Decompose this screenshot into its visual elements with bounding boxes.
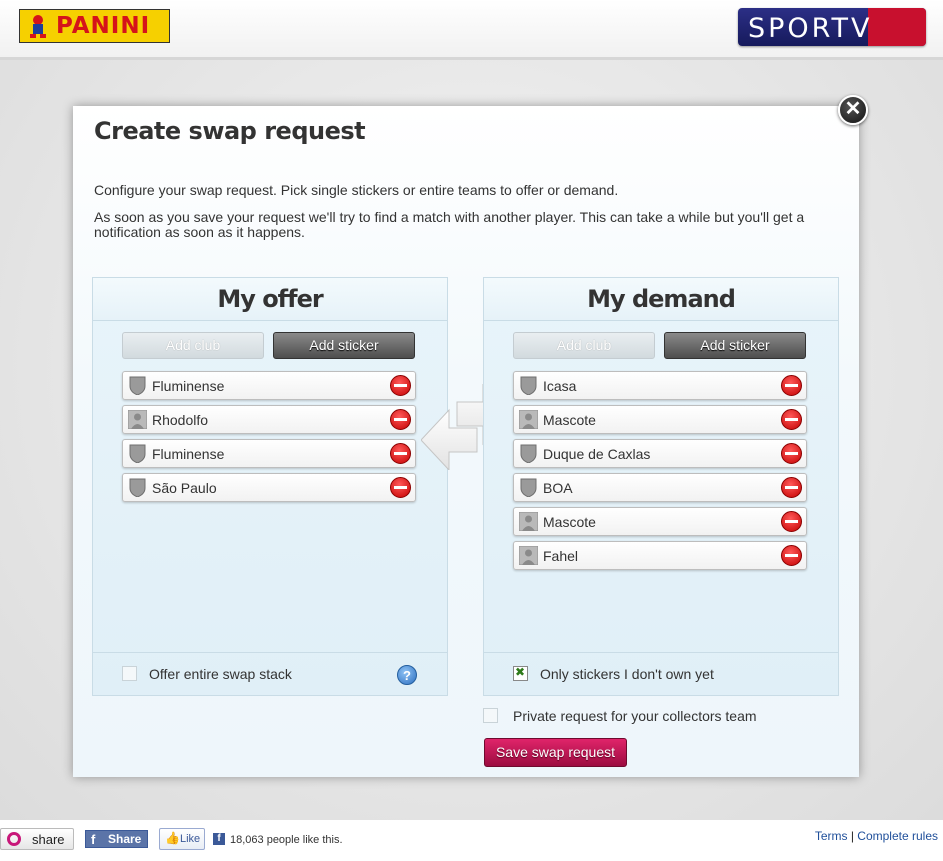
demand-item-label: Icasa — [543, 378, 577, 394]
remove-icon[interactable] — [390, 443, 411, 464]
demand-item-label: Duque de Caxlas — [543, 446, 651, 462]
demand-list-item[interactable]: Icasa — [513, 371, 807, 400]
demand-list-item[interactable]: BOA — [513, 473, 807, 502]
offer-item-label: São Paulo — [152, 480, 217, 496]
demand-item-label: Fahel — [543, 548, 579, 564]
close-modal-button[interactable]: ✕ — [838, 95, 868, 125]
my-demand-title: My demand — [484, 278, 838, 321]
demand-add-club-button[interactable]: Add club — [513, 332, 655, 359]
intro-text-1: Configure your swap request. Pick single… — [94, 182, 619, 198]
offer-list-item[interactable]: Fluminense — [122, 439, 416, 468]
player-icon — [519, 512, 538, 531]
help-icon[interactable]: ? — [397, 665, 417, 685]
share-icon — [7, 832, 21, 846]
remove-icon[interactable] — [781, 477, 802, 498]
facebook-icon: f — [91, 832, 96, 847]
page-footer: share f Share 👍 Like f 18,063 people lik… — [0, 820, 943, 861]
remove-icon[interactable] — [781, 545, 802, 566]
club-shield-icon — [129, 478, 146, 497]
demand-add-sticker-button[interactable]: Add sticker — [664, 332, 806, 359]
only-unowned-label: Only stickers I don't own yet — [540, 666, 714, 682]
club-shield-icon — [520, 376, 537, 395]
share-label: share — [32, 832, 65, 847]
my-demand-panel: My demand Add club Add sticker Icasa Masc… — [483, 277, 839, 696]
panini-logo-text: PANINI — [56, 13, 151, 39]
sportv-logo-red-block — [868, 8, 926, 46]
panini-logo[interactable]: PANINI — [19, 9, 170, 43]
demand-list-item[interactable]: Duque de Caxlas — [513, 439, 807, 468]
player-icon — [519, 410, 538, 429]
facebook-share-button[interactable]: f Share — [85, 830, 148, 848]
remove-icon[interactable] — [390, 477, 411, 498]
offer-list-item[interactable]: São Paulo — [122, 473, 416, 502]
panini-mascot-icon — [30, 15, 46, 38]
demand-item-label: Mascote — [543, 514, 596, 530]
only-unowned-checkbox[interactable] — [513, 665, 528, 681]
like-count: 18,063 people like this. — [230, 834, 343, 846]
remove-icon[interactable] — [781, 375, 802, 396]
complete-rules-link[interactable]: Complete rules — [857, 829, 938, 843]
remove-icon[interactable] — [390, 375, 411, 396]
offer-add-club-button[interactable]: Add club — [122, 332, 264, 359]
club-shield-icon — [129, 376, 146, 395]
facebook-share-label: Share — [108, 832, 142, 846]
private-request-checkbox[interactable] — [483, 708, 498, 723]
demand-panel-footer: Only stickers I don't own yet — [484, 652, 838, 695]
my-offer-title: My offer — [93, 278, 447, 321]
terms-link[interactable]: Terms — [815, 829, 848, 843]
facebook-like-button[interactable]: 👍 Like — [159, 828, 205, 850]
offer-list-item[interactable]: Rhodolfo — [122, 405, 416, 434]
remove-icon[interactable] — [781, 409, 802, 430]
offer-list: Fluminense Rhodolfo Fluminense São Paulo — [122, 371, 416, 507]
offer-entire-stack-checkbox[interactable] — [122, 666, 137, 681]
offer-add-sticker-button[interactable]: Add sticker — [273, 332, 415, 359]
offer-item-label: Fluminense — [152, 378, 225, 394]
demand-list-item[interactable]: Fahel — [513, 541, 807, 570]
demand-list: Icasa Mascote Duque de Caxlas BOA Mascote Fah… — [513, 371, 807, 575]
sportv-logo-text: SPORTV — [748, 13, 873, 44]
offer-item-label: Fluminense — [152, 446, 225, 462]
remove-icon[interactable] — [390, 409, 411, 430]
remove-icon[interactable] — [781, 511, 802, 532]
my-offer-panel: My offer Add club Add sticker Fluminense… — [92, 277, 448, 696]
remove-icon[interactable] — [781, 443, 802, 464]
offer-list-item[interactable]: Fluminense — [122, 371, 416, 400]
top-bar: PANINI SPORTV — [0, 0, 943, 60]
club-shield-icon — [129, 444, 146, 463]
club-shield-icon — [520, 444, 537, 463]
link-separator: | — [850, 829, 854, 843]
intro-text-2: As soon as you save your request we'll t… — [94, 209, 805, 240]
modal-title: Create swap request — [94, 117, 366, 145]
demand-list-item[interactable]: Mascote — [513, 405, 807, 434]
thumbs-up-icon: 👍 — [165, 831, 180, 845]
facebook-like-label: Like — [180, 833, 201, 845]
private-request-label: Private request for your collectors team — [513, 708, 757, 724]
footer-links: Terms | Complete rules — [815, 829, 938, 843]
club-shield-icon — [520, 478, 537, 497]
player-icon — [128, 410, 147, 429]
facebook-small-icon: f — [213, 833, 225, 845]
offer-panel-footer: Offer entire swap stack ? — [93, 652, 447, 695]
demand-item-label: BOA — [543, 480, 573, 496]
demand-item-label: Mascote — [543, 412, 596, 428]
share-button[interactable]: share — [0, 828, 74, 850]
swap-request-modal: Create swap request Configure your swap … — [73, 106, 859, 777]
player-icon — [519, 546, 538, 565]
offer-entire-stack-label: Offer entire swap stack — [149, 666, 292, 682]
offer-item-label: Rhodolfo — [152, 412, 209, 428]
save-swap-request-button[interactable]: Save swap request — [484, 738, 627, 767]
sportv-logo[interactable]: SPORTV — [738, 8, 926, 46]
demand-list-item[interactable]: Mascote — [513, 507, 807, 536]
